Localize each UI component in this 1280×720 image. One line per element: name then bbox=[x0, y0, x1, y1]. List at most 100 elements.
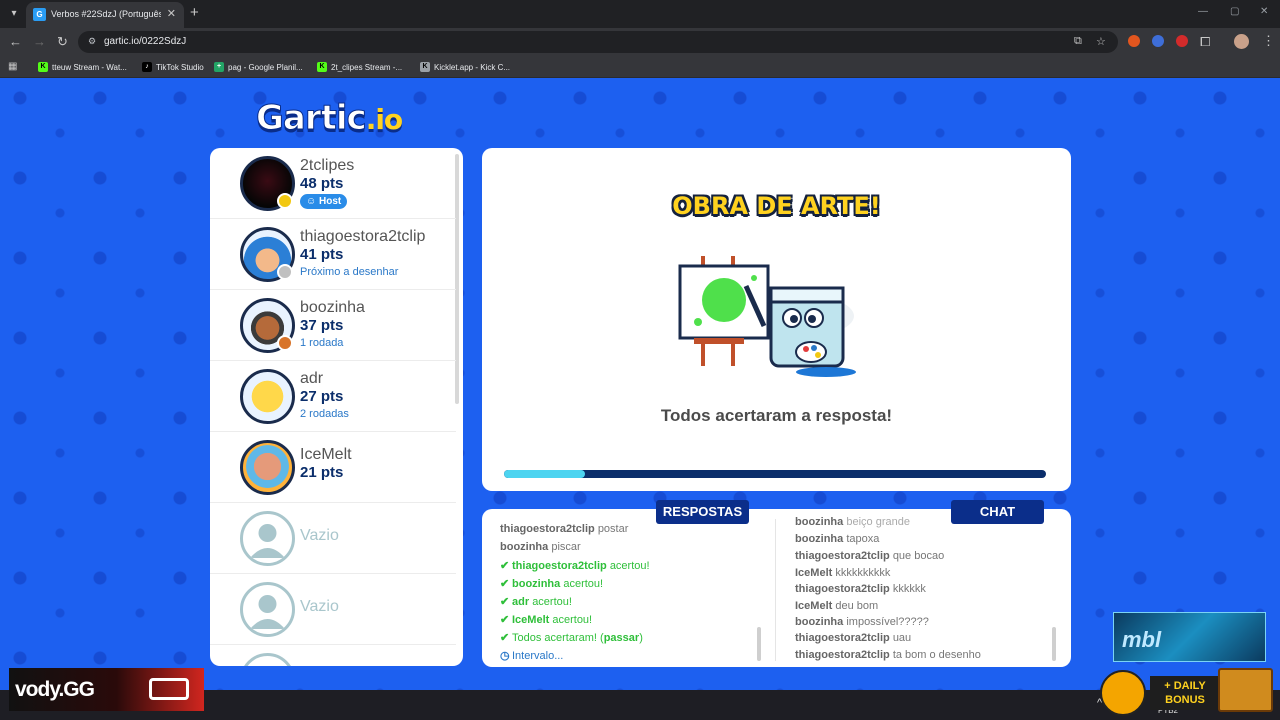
chat-user: IceMelt bbox=[795, 567, 833, 579]
promo-banner[interactable]: mbl bbox=[1113, 612, 1266, 662]
chat-text: uau bbox=[892, 632, 912, 644]
empty-avatar-icon bbox=[240, 511, 295, 566]
bookmark-item[interactable]: ♪ TikTok Studio bbox=[142, 60, 204, 74]
chat-line: boozinha beiço grande bbox=[795, 516, 910, 528]
clock-icon: ◷ bbox=[500, 650, 510, 662]
answer-line: boozinha piscar bbox=[500, 541, 581, 553]
kick-icon: K bbox=[317, 62, 327, 72]
chat-line: IceMelt kkkkkkkkkk bbox=[795, 567, 890, 579]
tab-respostas[interactable]: RESPOSTAS bbox=[656, 500, 749, 524]
bonus-coin-icon bbox=[1100, 670, 1146, 716]
vody-logo-text: vody.GG bbox=[15, 678, 95, 701]
window-close-icon[interactable]: ✕ bbox=[1260, 6, 1268, 17]
check-icon: ✔ bbox=[500, 560, 510, 572]
player-status: 1 rodada bbox=[300, 337, 344, 349]
chat-text: que bocao bbox=[892, 550, 945, 562]
extension-icon[interactable] bbox=[1152, 35, 1164, 47]
answers-chat-panel: thiagoestora2tclip postar boozinha pisca… bbox=[482, 509, 1071, 667]
answer-line: ✔ adr acertou! bbox=[500, 595, 572, 608]
back-icon[interactable]: ← bbox=[9, 34, 22, 49]
new-tab-icon[interactable]: + bbox=[190, 4, 199, 21]
minimize-icon[interactable]: — bbox=[1198, 6, 1208, 17]
answer-line: ✔ Todos acertaram! (passar) bbox=[500, 631, 643, 644]
bookmark-label: tteuw Stream - Wat... bbox=[52, 62, 127, 72]
tab-chat[interactable]: CHAT bbox=[951, 500, 1044, 524]
browser-tab[interactable]: G Verbos #22SdzJ (Português) - G ✕ bbox=[26, 2, 184, 28]
chat-line: thiagoestora2tclip uau bbox=[795, 632, 911, 644]
site-info-icon[interactable]: ⚙ bbox=[88, 36, 96, 47]
maximize-icon[interactable]: ▢ bbox=[1230, 6, 1239, 17]
daily-bonus-label: + DAILY BONUS bbox=[1150, 676, 1220, 710]
answer-text-end: ) bbox=[639, 632, 643, 644]
host-label: Host bbox=[319, 196, 342, 207]
player-row[interactable]: thiagoestora2tclip 41 pts Próximo a dese… bbox=[210, 219, 456, 290]
chat-line: thiagoestora2tclip ta bom o desenho bbox=[795, 649, 981, 661]
chat-line: IceMelt deu bom bbox=[795, 600, 878, 612]
extension-icon[interactable] bbox=[1128, 35, 1140, 47]
answer-user: boozinha bbox=[512, 578, 561, 590]
tab-search-icon[interactable]: ▾ bbox=[6, 6, 22, 22]
answer-user: adr bbox=[512, 596, 530, 608]
cast-icon[interactable]: ⧉ bbox=[1074, 35, 1082, 48]
extensions-puzzle-icon[interactable]: ⧠ bbox=[1200, 34, 1210, 50]
answer-text: acertou! bbox=[563, 578, 604, 590]
profile-avatar[interactable] bbox=[1234, 34, 1249, 49]
vody-overlay[interactable]: vody.GG bbox=[9, 668, 204, 711]
bookmark-label: TikTok Studio bbox=[156, 62, 204, 72]
bookmark-label: 2t_clipes Stream -... bbox=[331, 62, 403, 72]
chat-scrollbar[interactable] bbox=[1052, 627, 1056, 661]
answer-line: ◷ Intervalo... bbox=[500, 649, 563, 662]
answer-line: ✔ IceMelt acertou! bbox=[500, 613, 592, 626]
player-points: 37 pts bbox=[300, 317, 344, 334]
answer-text: acertou! bbox=[609, 560, 650, 572]
empty-slot-label: Vazio bbox=[300, 527, 339, 544]
chat-text: beiço grande bbox=[846, 516, 910, 528]
player-name: thiagoestora2tclip bbox=[300, 228, 426, 245]
bookmark-star-icon[interactable]: ☆ bbox=[1096, 35, 1106, 48]
forward-icon[interactable]: → bbox=[33, 34, 46, 49]
extension-icon[interactable] bbox=[1176, 35, 1188, 47]
chat-text: kkkkkkkkkk bbox=[835, 567, 891, 579]
sheets-icon: + bbox=[214, 62, 224, 72]
answers-scrollbar[interactable] bbox=[757, 627, 761, 661]
round-progress-fill bbox=[504, 470, 586, 478]
check-icon: ✔ bbox=[500, 578, 510, 590]
bookmark-item[interactable]: Ktteuw Stream - Wat... bbox=[38, 60, 127, 74]
player-row[interactable]: adr 27 pts 2 rodadas bbox=[210, 361, 456, 432]
chat-text: deu bom bbox=[835, 600, 879, 612]
logo-text: Gartic bbox=[256, 98, 368, 139]
apps-grid-icon[interactable]: ▦ bbox=[8, 61, 17, 72]
bookmark-item[interactable]: K 2t_clipes Stream -... bbox=[317, 60, 402, 74]
answer-line: thiagoestora2tclip postar bbox=[500, 523, 628, 535]
chat-user: boozinha bbox=[795, 616, 844, 628]
browser-menu-icon[interactable]: ⋮ bbox=[1262, 33, 1275, 49]
tab-close-icon[interactable]: ✕ bbox=[167, 7, 176, 20]
empty-avatar-icon bbox=[240, 653, 295, 666]
player-name: IceMelt bbox=[300, 446, 352, 463]
player-row[interactable]: 2tclipes 48 pts ☺ Host bbox=[210, 148, 456, 219]
kick-icon: K bbox=[38, 62, 48, 72]
empty-slot: Vazio bbox=[210, 574, 456, 645]
player-points: 21 pts bbox=[300, 464, 344, 481]
chat-user: thiagoestora2tclip bbox=[795, 583, 890, 595]
host-badge: ☺ Host bbox=[300, 194, 348, 209]
url-text: gartic.io/0222SdzJ bbox=[104, 36, 187, 47]
chat-text: kkkkkk bbox=[892, 583, 926, 595]
address-bar[interactable]: ⚙ gartic.io/0222SdzJ ⧉ ☆ bbox=[78, 31, 1118, 53]
skip-link[interactable]: passar bbox=[604, 632, 639, 644]
reload-icon[interactable]: ↻ bbox=[57, 34, 68, 50]
bookmark-item[interactable]: + pag - Google Planil... bbox=[214, 60, 303, 74]
bookmark-label: pag - Google Planil... bbox=[228, 62, 303, 72]
daily-bonus-widget[interactable]: + DAILY BONUS bbox=[1100, 668, 1275, 716]
player-points: 48 pts bbox=[300, 175, 344, 192]
bookmark-item[interactable]: K Kicklet.app - Kick C... bbox=[420, 60, 510, 74]
round-progress-bar bbox=[504, 470, 1046, 478]
player-name: 2tclipes bbox=[300, 157, 355, 174]
chat-text: tapoxa bbox=[846, 533, 880, 545]
player-avatar bbox=[240, 440, 295, 495]
player-row[interactable]: boozinha 37 pts 1 rodada bbox=[210, 290, 456, 361]
chat-line: thiagoestora2tclip kkkkkk bbox=[795, 583, 926, 595]
answer-user: boozinha bbox=[500, 541, 549, 553]
player-row[interactable]: IceMelt 21 pts bbox=[210, 432, 456, 503]
stage-title: OBRA DE ARTE! bbox=[672, 192, 881, 220]
